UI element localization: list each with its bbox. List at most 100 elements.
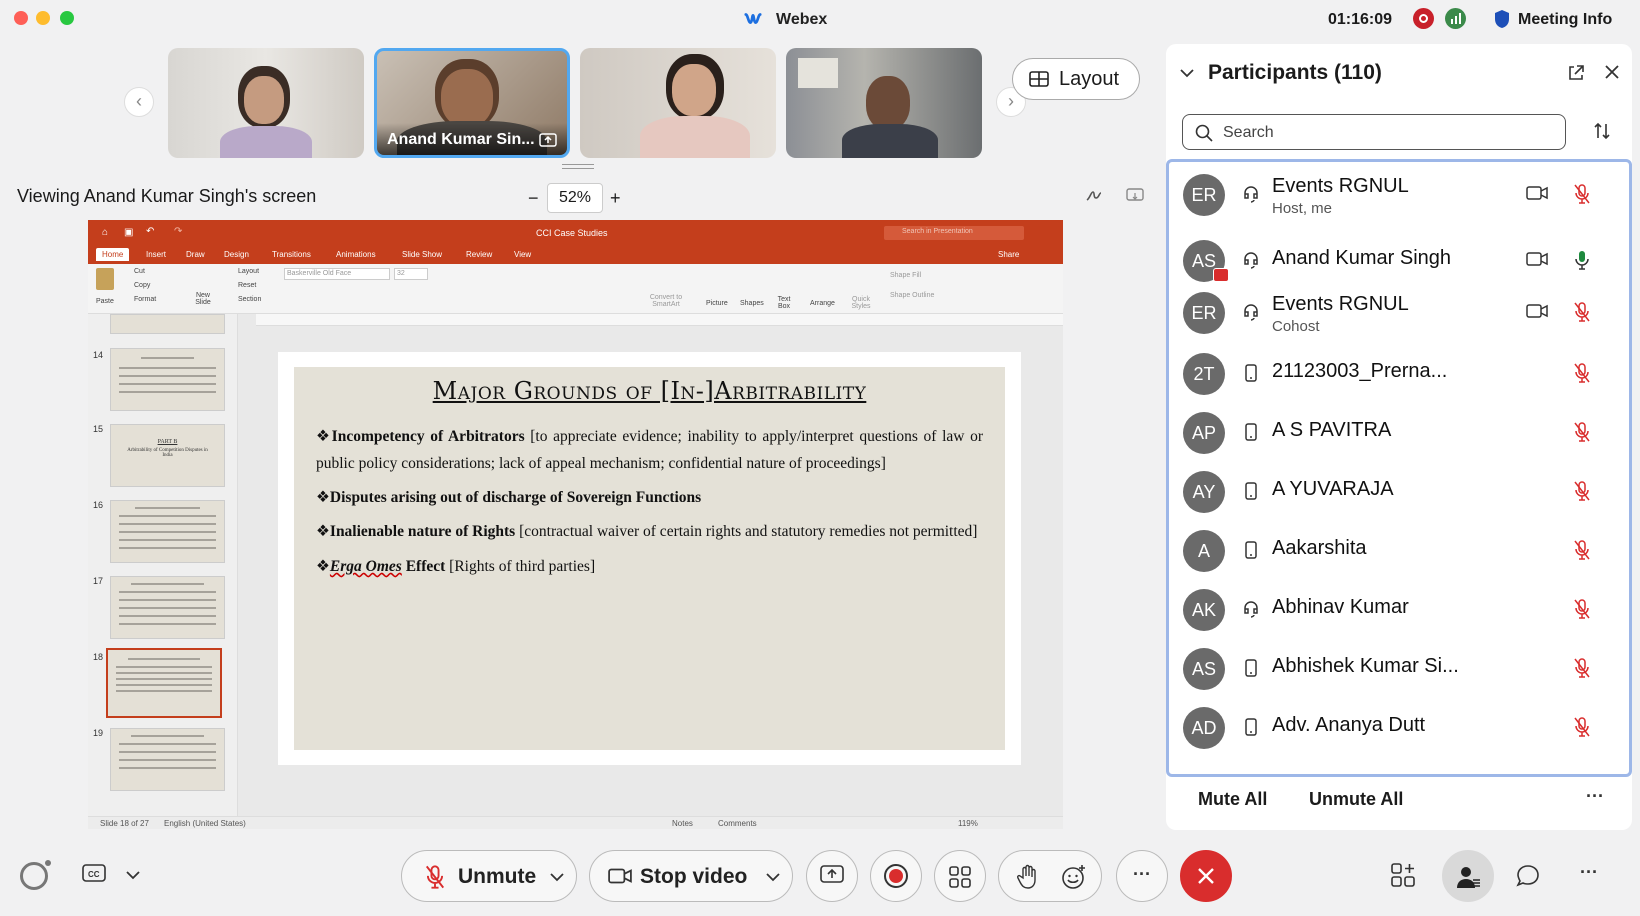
captions-icon[interactable]: CC xyxy=(82,864,106,884)
zoom-out-button[interactable]: − xyxy=(528,188,539,209)
zoom-in-button[interactable]: + xyxy=(610,188,621,209)
close-icon xyxy=(1198,868,1214,884)
more-options-icon[interactable]: ··· xyxy=(1586,786,1604,807)
mic-muted-icon[interactable] xyxy=(1573,716,1591,738)
participant-row[interactable]: AS Abhishek Kumar Si... xyxy=(1169,645,1629,707)
video-thumbnail[interactable] xyxy=(786,48,982,158)
zoom-window-button[interactable] xyxy=(60,11,74,25)
slide-bullet: ❖Disputes arising out of discharge of So… xyxy=(316,489,702,506)
phone-icon xyxy=(1245,659,1257,677)
chevron-down-icon[interactable] xyxy=(550,872,564,882)
mic-muted-icon[interactable] xyxy=(1573,183,1591,205)
participant-search-input[interactable]: Search xyxy=(1182,114,1566,150)
chevron-down-icon[interactable] xyxy=(1180,68,1194,78)
network-stats-icon[interactable] xyxy=(1445,8,1466,29)
participant-name: A S PAVITRA xyxy=(1272,419,1392,441)
ppt-search: Search in Presentation xyxy=(884,226,1024,240)
slide-thumb: PART B Arbitrability of Competition Dispu… xyxy=(110,424,225,487)
participant-name: Events RGNUL xyxy=(1272,175,1409,197)
avatar: AD xyxy=(1183,707,1225,749)
annotate-icon[interactable] xyxy=(1085,188,1103,204)
mic-muted-icon[interactable] xyxy=(1573,539,1591,561)
reactions-group xyxy=(998,850,1102,902)
slide-thumb xyxy=(110,728,225,791)
chevron-down-icon[interactable] xyxy=(126,870,140,880)
close-icon[interactable] xyxy=(1604,64,1620,80)
record-button[interactable] xyxy=(870,850,922,902)
mic-muted-icon[interactable] xyxy=(1573,421,1591,443)
slide-title: Major Grounds of [In-]Arbitrability xyxy=(432,377,867,405)
ppt-tab: View xyxy=(514,250,532,259)
shield-icon[interactable] xyxy=(1494,9,1510,29)
participants-panel: Participants (110) Search ER Events RGNU… xyxy=(1166,44,1632,830)
resize-handle[interactable] xyxy=(562,164,594,169)
ppt-ribbon: Paste Cut Copy Format New Slide Layout R… xyxy=(88,264,1063,314)
phone-icon xyxy=(1245,364,1257,382)
redo-icon: ↷ xyxy=(174,226,183,237)
add-apps-icon[interactable] xyxy=(1390,862,1416,888)
avatar: ER xyxy=(1183,292,1225,334)
apps-grid-icon xyxy=(949,866,971,888)
close-window-button[interactable] xyxy=(14,11,28,25)
video-thumbnail[interactable] xyxy=(580,48,776,158)
ppt-titlebar: ⌂ ▣ ↶ ↷ CCI Case Studies Search in Prese… xyxy=(88,220,1063,264)
mic-muted-icon[interactable] xyxy=(1573,301,1591,323)
headset-icon xyxy=(1244,601,1258,618)
sort-icon[interactable] xyxy=(1592,121,1612,141)
webex-logo-icon xyxy=(744,13,762,24)
raise-hand-icon[interactable] xyxy=(1017,864,1039,890)
unmute-all-button[interactable]: Unmute All xyxy=(1309,789,1403,810)
participants-toggle-button[interactable] xyxy=(1442,850,1494,902)
mic-active-icon[interactable] xyxy=(1573,249,1591,271)
assistant-icon[interactable] xyxy=(20,862,48,890)
ppt-statusbar: Slide 18 of 27 English (United States) N… xyxy=(88,816,1063,829)
popout-icon[interactable] xyxy=(1567,64,1585,82)
zoom-level[interactable]: 52% xyxy=(547,183,603,213)
mic-muted-icon[interactable] xyxy=(1573,657,1591,679)
participant-row[interactable]: AD Adv. Ananya Dutt xyxy=(1169,704,1629,766)
stop-video-button[interactable]: Stop video xyxy=(589,850,793,902)
mute-all-button[interactable]: Mute All xyxy=(1198,789,1267,810)
ppt-tab: Review xyxy=(466,250,493,259)
phone-icon xyxy=(1245,482,1257,500)
participant-row[interactable]: A Aakarshita xyxy=(1169,527,1629,589)
participant-row[interactable]: ER Events RGNUL Cohost xyxy=(1169,289,1629,351)
reactions-icon[interactable] xyxy=(1061,864,1087,890)
avatar: AY xyxy=(1183,471,1225,513)
prev-videos-button[interactable]: ‹ xyxy=(124,87,154,117)
participant-row[interactable]: AS Anand Kumar Singh xyxy=(1169,232,1629,294)
participant-role: Cohost xyxy=(1272,318,1320,335)
mic-muted-icon[interactable] xyxy=(1573,598,1591,620)
remote-control-icon[interactable] xyxy=(1126,188,1144,204)
video-thumbnail[interactable] xyxy=(168,48,364,158)
participant-list[interactable]: ER Events RGNUL Host, me AS Anand Kumar … xyxy=(1166,159,1632,777)
shared-screen[interactable]: ⌂ ▣ ↶ ↷ CCI Case Studies Search in Prese… xyxy=(88,220,1063,829)
video-thumbnail-active-speaker[interactable]: Anand Kumar Sin... xyxy=(374,48,570,158)
minimize-window-button[interactable] xyxy=(36,11,50,25)
slide-thumb-selected xyxy=(106,648,222,718)
unmute-button[interactable]: Unmute xyxy=(401,850,577,902)
apps-button[interactable] xyxy=(934,850,986,902)
layout-button[interactable]: Layout xyxy=(1012,58,1140,100)
mic-muted-icon[interactable] xyxy=(1573,362,1591,384)
avatar: 2T xyxy=(1183,353,1225,395)
participant-name: 21123003_Prerna... xyxy=(1272,360,1448,382)
more-button[interactable]: ··· xyxy=(1116,850,1168,902)
participant-row[interactable]: AP A S PAVITRA xyxy=(1169,409,1629,471)
participant-row[interactable]: AY A YUVARAJA xyxy=(1169,468,1629,530)
chat-icon[interactable] xyxy=(1516,864,1540,888)
participant-row[interactable]: AK Abhinav Kumar xyxy=(1169,586,1629,648)
mic-muted-icon[interactable] xyxy=(1573,480,1591,502)
chevron-down-icon[interactable] xyxy=(766,872,780,882)
ppt-slide-thumbnails: 14 15 PART B Arbitrability of Competition… xyxy=(88,314,238,816)
meeting-info-button[interactable]: Meeting Info xyxy=(1518,11,1612,29)
more-options-icon[interactable]: ··· xyxy=(1580,862,1598,883)
svg-text:CC: CC xyxy=(88,870,100,879)
leave-meeting-button[interactable] xyxy=(1180,850,1232,902)
recording-indicator-icon[interactable] xyxy=(1413,8,1434,29)
mic-muted-icon xyxy=(425,865,445,889)
headset-icon xyxy=(1244,186,1258,203)
share-button[interactable] xyxy=(806,850,858,902)
participant-row[interactable]: ER Events RGNUL Host, me xyxy=(1169,171,1629,233)
participant-row[interactable]: 2T 21123003_Prerna... xyxy=(1169,350,1629,412)
